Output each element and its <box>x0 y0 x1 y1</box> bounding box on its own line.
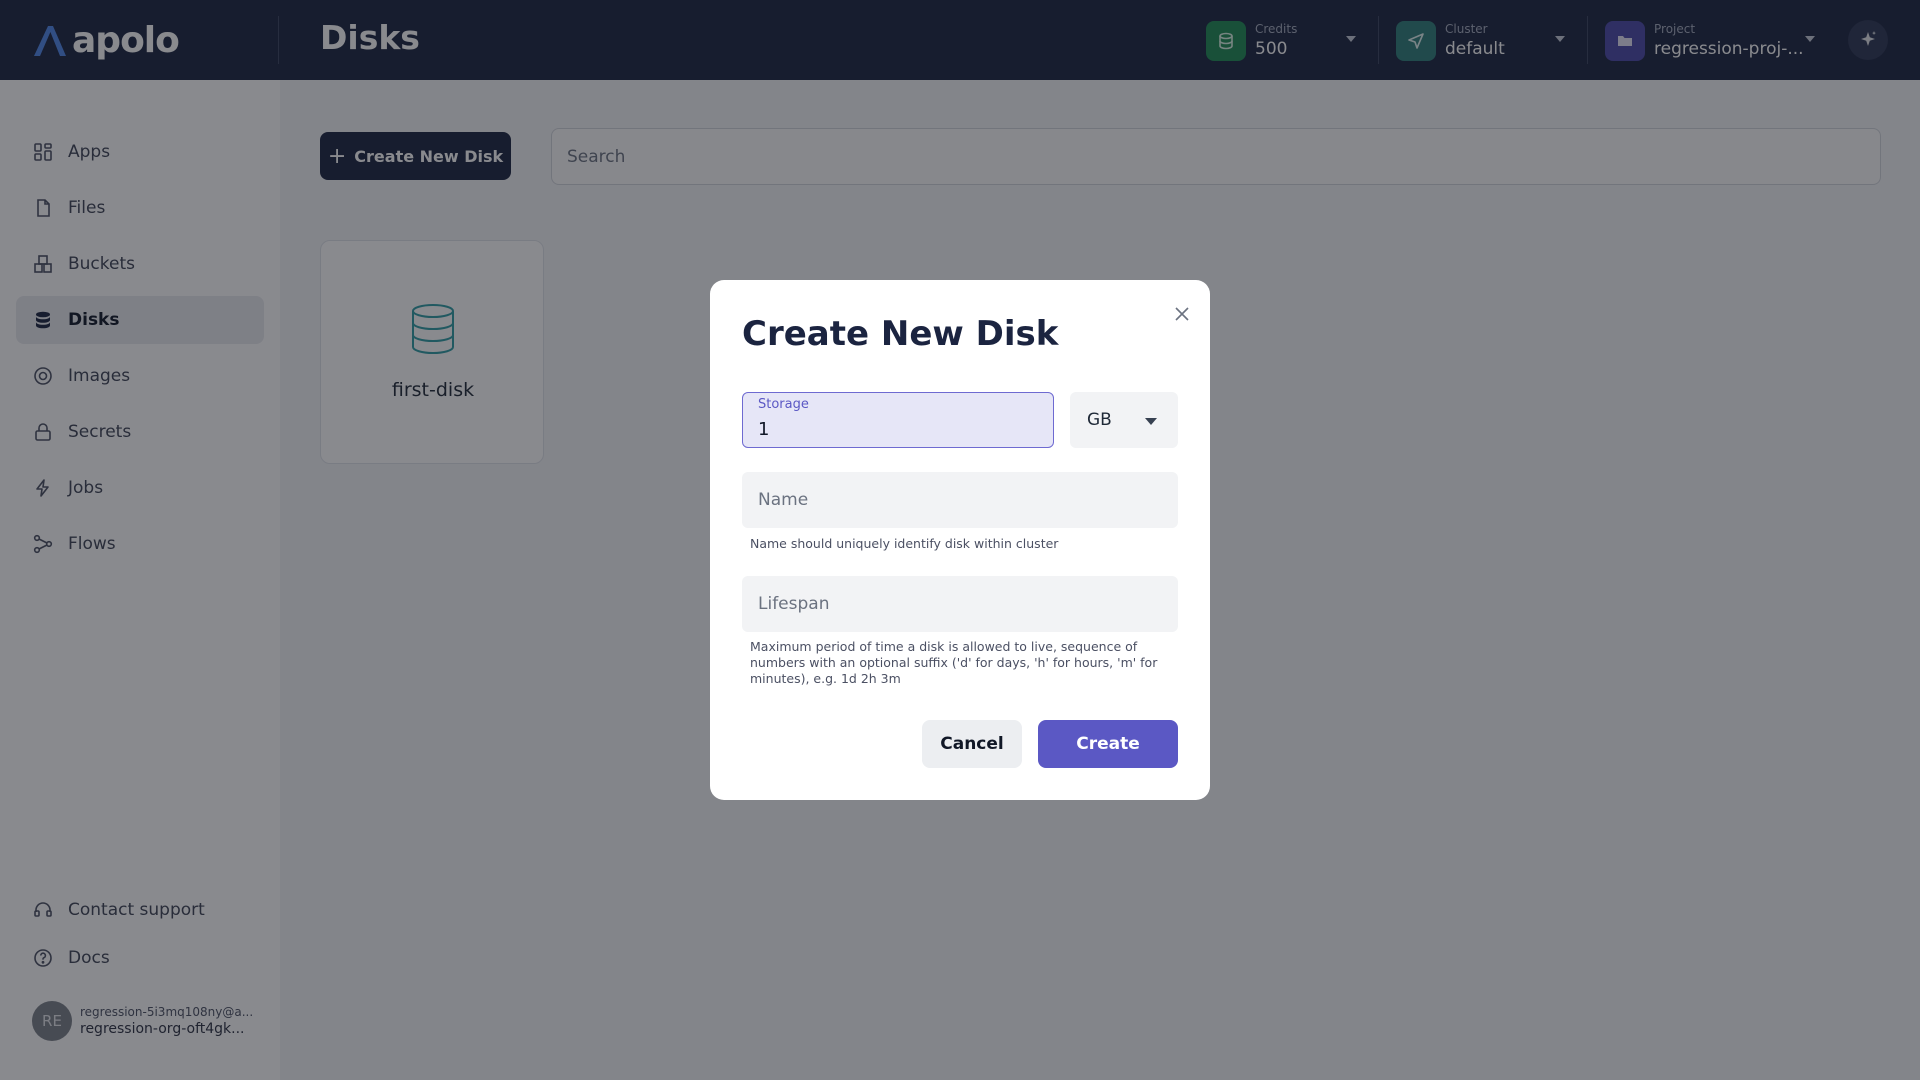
close-button[interactable] <box>1170 302 1194 326</box>
name-input[interactable] <box>742 472 1178 528</box>
unit-select[interactable]: GB <box>1070 392 1178 448</box>
storage-field[interactable]: Storage <box>742 392 1054 448</box>
unit-select-value: GB <box>1087 410 1112 430</box>
storage-input[interactable] <box>758 415 1038 443</box>
lifespan-helper-text: Maximum period of time a disk is allowed… <box>750 639 1158 686</box>
storage-label: Storage <box>758 397 809 412</box>
cancel-button[interactable]: Cancel <box>922 720 1022 768</box>
create-button[interactable]: Create <box>1038 720 1178 768</box>
dialog-title: Create New Disk <box>742 314 1059 354</box>
close-icon <box>1175 307 1189 321</box>
name-helper-text: Name should uniquely identify disk withi… <box>750 536 1059 551</box>
lifespan-input[interactable] <box>742 576 1178 632</box>
chevron-down-icon <box>1145 418 1157 425</box>
create-disk-dialog: Create New Disk Storage GB Name should u… <box>710 280 1210 800</box>
